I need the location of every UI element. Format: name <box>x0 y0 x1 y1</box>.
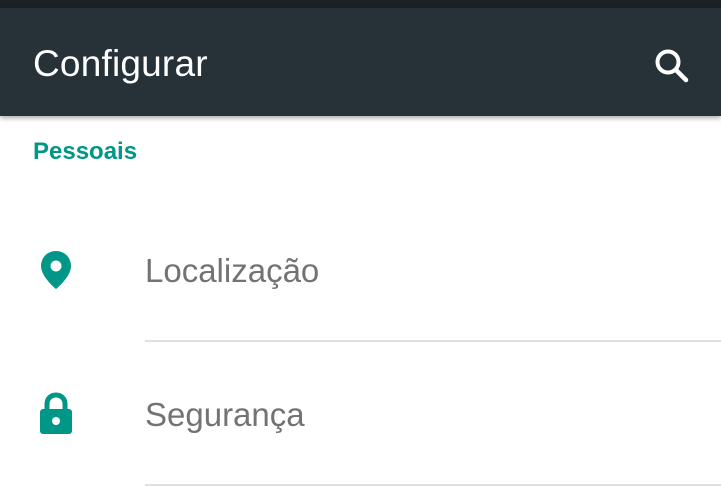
lock-icon <box>32 390 80 438</box>
setting-item-label: Segurança <box>145 396 305 433</box>
location-pin-icon <box>32 246 80 294</box>
setting-item-security[interactable]: Segurança <box>0 342 721 486</box>
divider <box>145 484 721 486</box>
setting-item-location[interactable]: Localização <box>0 198 721 342</box>
search-icon <box>655 49 689 83</box>
section-header: Pessoais <box>33 138 138 165</box>
setting-item-label: Localização <box>145 252 320 289</box>
app-bar: Configurar <box>0 8 721 116</box>
search-button[interactable] <box>644 38 700 94</box>
status-bar <box>0 0 721 8</box>
page-title: Configurar <box>33 43 208 84</box>
